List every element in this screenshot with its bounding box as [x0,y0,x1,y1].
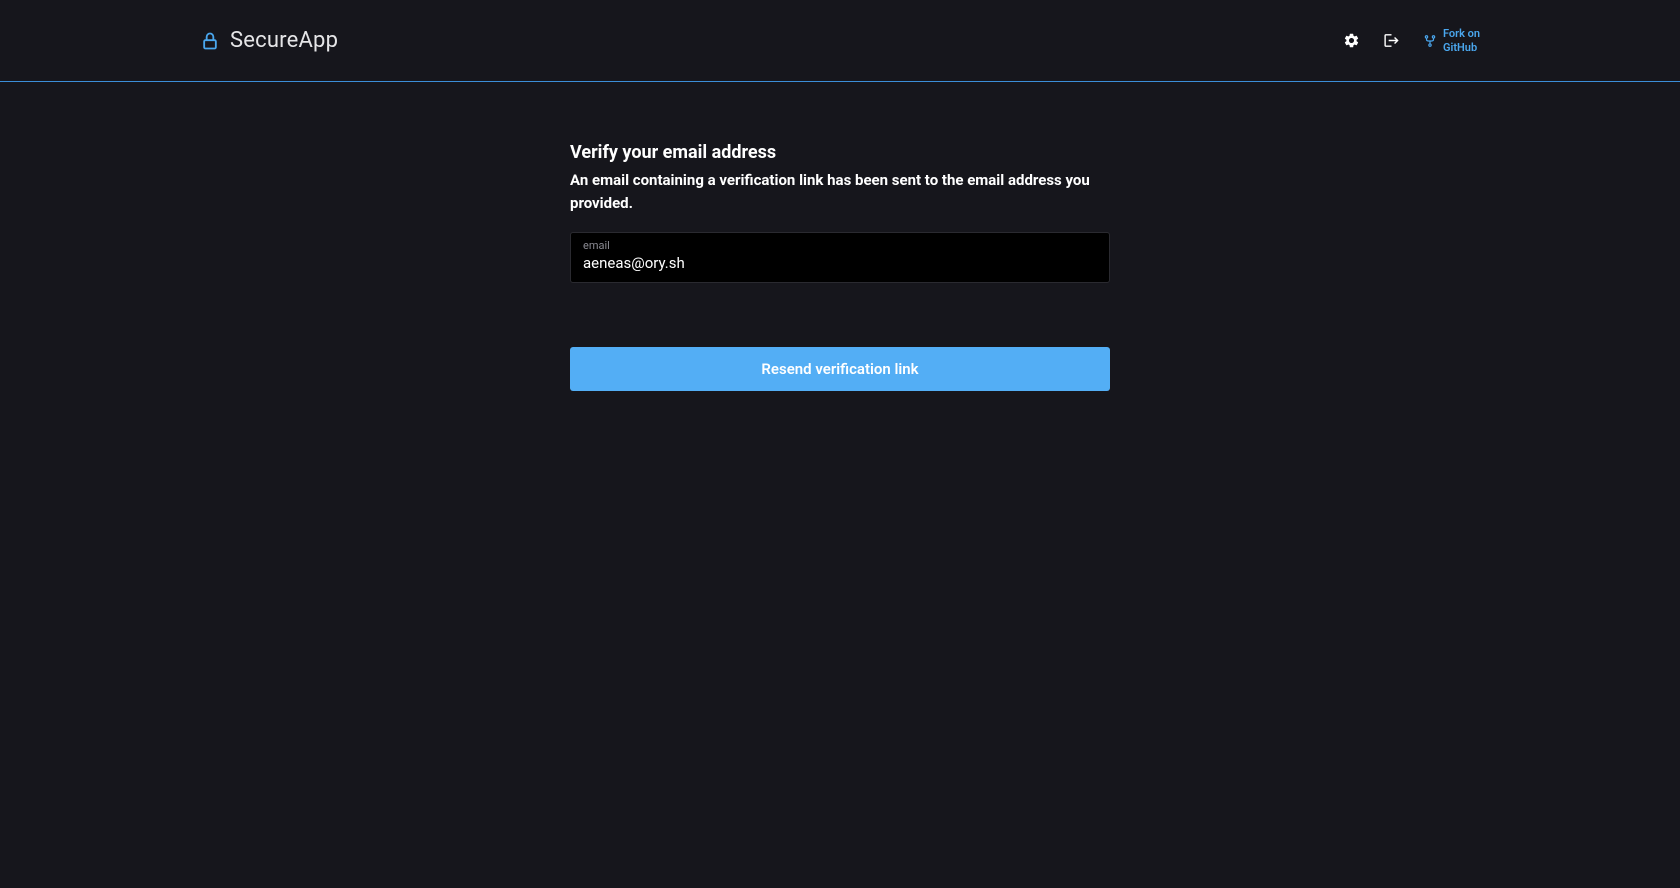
page-title: Verify your email address [570,142,1110,163]
email-input-wrapper[interactable]: email [570,232,1110,283]
gear-icon [1343,32,1360,49]
brand-name: SecureApp [230,28,338,53]
brand[interactable]: SecureApp [200,28,338,53]
logout-button[interactable] [1383,32,1401,50]
email-field[interactable] [583,254,1097,272]
verify-card: Verify your email address An email conta… [570,142,1110,391]
main-content: Verify your email address An email conta… [0,82,1680,391]
resend-button[interactable]: Resend verification link [570,347,1110,391]
git-fork-icon [1423,34,1437,48]
lock-icon [200,31,220,51]
email-label: email [583,239,1097,252]
logout-icon [1383,32,1400,49]
header-actions: Fork onGitHub [1343,27,1480,53]
fork-github-link[interactable]: Fork onGitHub [1423,27,1480,53]
app-header: SecureApp Fork onGitHub [0,0,1680,82]
page-subtitle: An email containing a verification link … [570,169,1110,216]
settings-button[interactable] [1343,32,1361,50]
fork-github-label: Fork onGitHub [1443,27,1480,53]
